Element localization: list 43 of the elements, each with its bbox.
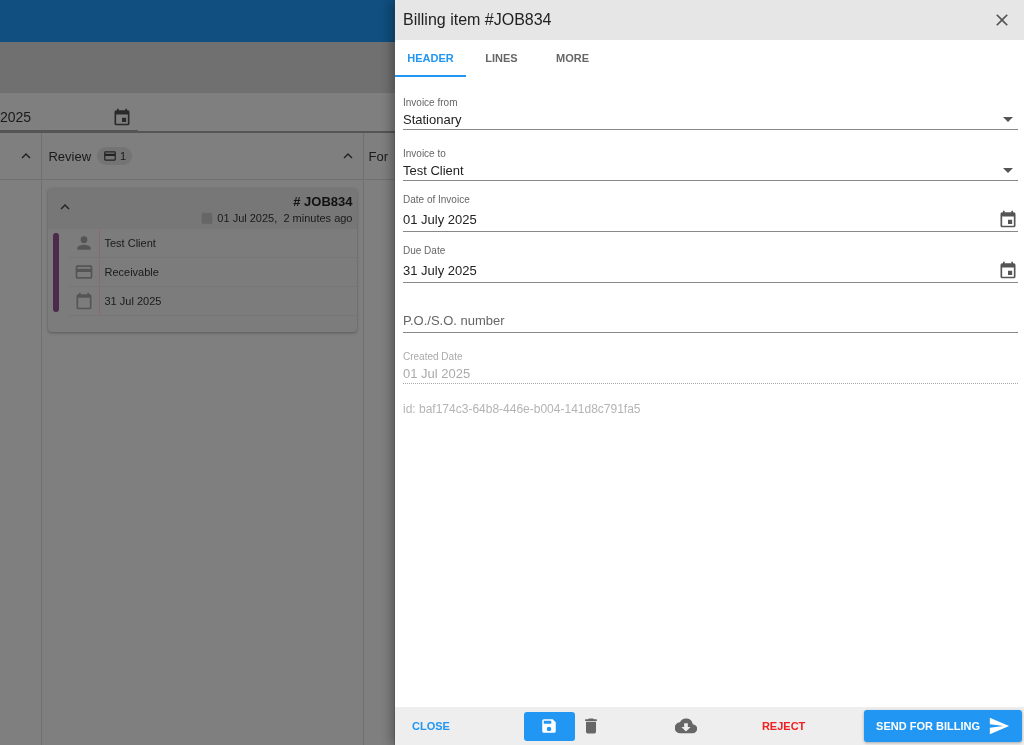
calendar-icon xyxy=(112,107,132,127)
calendar-icon xyxy=(998,260,1018,280)
field-label: Invoice to xyxy=(403,148,447,159)
input-field[interactable]: Due Date 31 July 2025 xyxy=(403,236,1018,283)
dropdown-icon xyxy=(1003,117,1013,122)
job-date: 01 Jul 2025, 2 minutes ago xyxy=(217,212,353,224)
card-icon xyxy=(103,149,118,163)
count-text: 1 xyxy=(120,150,127,162)
dropdown-icon xyxy=(1003,168,1013,173)
input-field[interactable]: Invoice to Test Client xyxy=(403,134,1018,181)
field-value: Test Client xyxy=(403,163,464,178)
card-field: Test Client xyxy=(100,237,156,249)
job-number: # JOB834 xyxy=(293,194,353,209)
field-value: 31 July 2025 xyxy=(403,262,477,278)
input-field[interactable]: P.O./S.O. number xyxy=(403,313,1018,333)
card-field: Receivable xyxy=(100,266,159,278)
job-card[interactable]: # JOB834 01 Jul 2025, 2 minutes ago Test Client Receivable 31 Jul 2025 xyxy=(48,188,357,332)
input-field[interactable]: Date of Invoice 01 July 2025 xyxy=(403,185,1018,232)
dialog-title: Billing item #JOB834 xyxy=(403,11,552,29)
calendar-icon xyxy=(74,291,95,311)
field-label: Due Date xyxy=(403,245,447,256)
input-field[interactable]: Invoice from Stationary xyxy=(403,83,1018,130)
field-value: 01 July 2025 xyxy=(403,211,477,227)
send-button[interactable]: SEND FOR BILLING xyxy=(864,710,1022,742)
card-icon xyxy=(74,262,95,282)
field-value: Stationary xyxy=(403,112,462,127)
tab[interactable]: LINES xyxy=(466,40,537,77)
column-title: For xyxy=(368,148,388,164)
send-icon xyxy=(988,715,1010,737)
calendar-icon xyxy=(998,209,1018,229)
id-text: id: baf174c3-64b8-446e-b004-141d8c791fa5 xyxy=(403,402,642,416)
save-icon xyxy=(540,717,559,735)
field-label: Created Date xyxy=(403,351,464,362)
card-field: 31 Jul 2025 xyxy=(100,295,162,307)
field-label: Invoice from xyxy=(403,97,459,108)
reject-button[interactable]: REJECT xyxy=(754,714,813,738)
column-title: Review xyxy=(48,148,92,164)
field-label: Date of Invoice xyxy=(403,194,471,205)
save-button[interactable] xyxy=(523,711,575,741)
tab[interactable]: HEADER xyxy=(395,40,466,77)
field-value: 01 Jul 2025 xyxy=(403,366,471,381)
tab[interactable]: MORE xyxy=(537,40,608,77)
date-field[interactable]: 2025 xyxy=(0,107,138,131)
